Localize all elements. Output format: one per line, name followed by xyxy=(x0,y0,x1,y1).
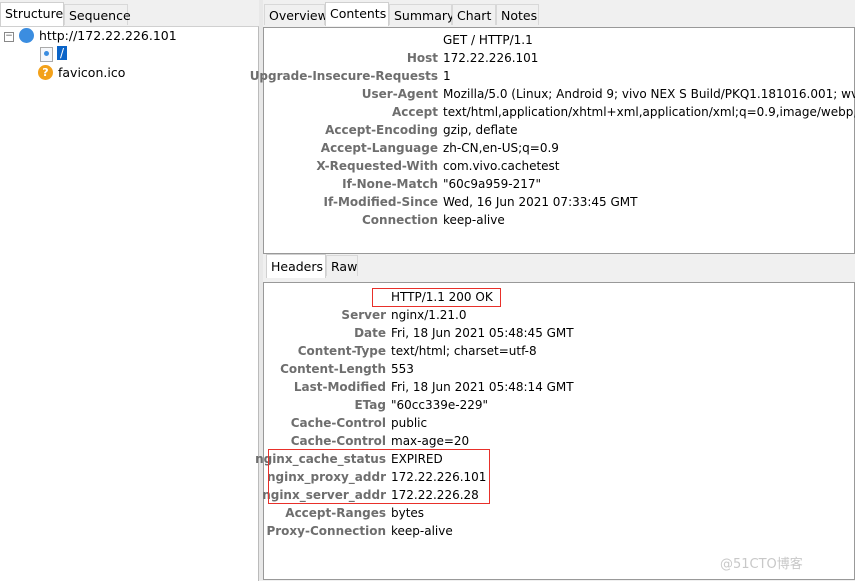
header-value: keep-alive xyxy=(391,524,453,538)
header-name: User-Agent xyxy=(361,87,438,101)
header-row: Host 172.22.226.101 xyxy=(264,49,854,67)
header-name: Accept-Language xyxy=(320,141,438,155)
tab-chart[interactable]: Chart xyxy=(452,4,496,25)
header-row: User-Agent Mozilla/5.0 (Linux; Android 9;… xyxy=(264,85,855,103)
header-row: Accept-Language zh-CN,en-US;q=0.9 xyxy=(264,139,854,157)
header-name: Content-Type xyxy=(297,344,386,358)
header-name: Cache-Control xyxy=(290,416,386,430)
header-row: Cache-Control public xyxy=(264,414,854,432)
header-value: bytes xyxy=(391,506,425,520)
tab-raw[interactable]: Raw xyxy=(326,255,358,276)
header-value: Fri, 18 Jun 2021 05:48:45 GMT xyxy=(391,326,574,340)
header-name: Accept-Ranges xyxy=(285,506,386,520)
header-name: Server xyxy=(341,308,386,322)
header-row: If-Modified-Since Wed, 16 Jun 2021 07:33:… xyxy=(264,193,854,211)
header-name: Content-Length xyxy=(280,362,386,376)
header-value: gzip, deflate xyxy=(443,123,518,137)
highlight-nginx-headers xyxy=(268,449,490,504)
header-row: Proxy-Connection keep-alive xyxy=(264,522,854,540)
tree-host[interactable]: http://172.22.226.101 xyxy=(39,28,177,43)
request-first-line: GET / HTTP/1.1 xyxy=(443,33,533,47)
header-name: Date xyxy=(354,326,386,340)
header-row: Content-Length 553 xyxy=(264,360,854,378)
header-name: Accept-Encoding xyxy=(325,123,438,137)
header-name: Upgrade-Insecure-Requests xyxy=(249,69,438,83)
question-icon: ? xyxy=(38,65,53,80)
tab-headers[interactable]: Headers xyxy=(266,254,326,278)
header-name: X-Requested-With xyxy=(316,159,438,173)
highlight-status-line xyxy=(372,288,501,307)
collapse-toggle[interactable]: − xyxy=(4,32,14,42)
header-name: If-Modified-Since xyxy=(323,195,439,209)
header-row: Accept-Ranges bytes xyxy=(264,504,854,522)
tree-item-root[interactable]: / xyxy=(57,46,68,60)
header-row: Last-Modified Fri, 18 Jun 2021 05:48:14 G… xyxy=(264,378,854,396)
response-headers-pane: HTTP/1.1 200 OK Server nginx/1.21.0 Date Fri… xyxy=(255,282,855,580)
header-row: Accept text/html,application/xhtml+xml,ap… xyxy=(264,103,855,121)
tree-item-favicon[interactable]: favicon.ico xyxy=(58,65,125,80)
header-value: nginx/1.21.0 xyxy=(391,308,467,322)
header-row: Connection keep-alive xyxy=(264,211,854,229)
header-value: public xyxy=(391,416,428,430)
header-value: text/html; charset=utf-8 xyxy=(391,344,537,358)
document-icon xyxy=(40,47,53,62)
header-row: Cache-Control max-age=20 xyxy=(264,432,854,450)
header-value: Fri, 18 Jun 2021 05:48:14 GMT xyxy=(391,380,574,394)
header-value: 172.22.226.101 xyxy=(443,51,539,65)
tab-structure[interactable]: Structure xyxy=(0,2,64,26)
header-value: 1 xyxy=(443,69,451,83)
watermark: @51CTO博客 xyxy=(720,557,803,572)
header-value: "60c9a959-217" xyxy=(443,177,542,191)
header-name: Last-Modified xyxy=(293,380,386,394)
header-row: X-Requested-With com.vivo.cachetest xyxy=(264,157,854,175)
header-value: Wed, 16 Jun 2021 07:33:45 GMT xyxy=(443,195,638,209)
request-headers-pane: GET / HTTP/1.1 Host 172.22.226.101 Upgrade-… xyxy=(250,27,855,254)
header-value: keep-alive xyxy=(443,213,505,227)
tab-overview[interactable]: Overview xyxy=(264,4,328,25)
header-row: Server nginx/1.21.0 xyxy=(264,306,854,324)
header-row: Content-Type text/html; charset=utf-8 xyxy=(264,342,854,360)
structure-tree: − http://172.22.226.101 / ? favicon.ico xyxy=(0,26,259,581)
header-row: If-None-Match "60c9a959-217" xyxy=(264,175,854,193)
header-name: Connection xyxy=(361,213,438,227)
tab-contents[interactable]: Contents xyxy=(325,2,389,26)
tab-notes[interactable]: Notes xyxy=(496,4,539,25)
header-name: Host xyxy=(406,51,438,65)
header-row: ETag "60cc339e-229" xyxy=(264,396,854,414)
header-value: Mozilla/5.0 (Linux; Android 9; vivo NEX … xyxy=(443,87,855,101)
header-name: Proxy-Connection xyxy=(266,524,386,538)
header-name: Accept xyxy=(392,105,438,119)
tab-sequence[interactable]: Sequence xyxy=(64,4,131,25)
header-row: Upgrade-Insecure-Requests 1 xyxy=(250,67,854,85)
header-value: zh-CN,en-US;q=0.9 xyxy=(443,141,559,155)
header-row: Accept-Encoding gzip, deflate xyxy=(264,121,854,139)
header-value: text/html,application/xhtml+xml,applicat… xyxy=(443,105,855,119)
header-name: If-None-Match xyxy=(342,177,438,191)
header-row: Date Fri, 18 Jun 2021 05:48:45 GMT xyxy=(264,324,854,342)
header-value: "60cc339e-229" xyxy=(391,398,489,412)
header-name: ETag xyxy=(354,398,386,412)
tab-summary[interactable]: Summary xyxy=(389,4,454,25)
header-value: max-age=20 xyxy=(391,434,470,448)
header-name: Cache-Control xyxy=(290,434,386,448)
header-value: com.vivo.cachetest xyxy=(443,159,560,173)
globe-icon xyxy=(19,28,34,43)
header-value: 553 xyxy=(391,362,414,376)
